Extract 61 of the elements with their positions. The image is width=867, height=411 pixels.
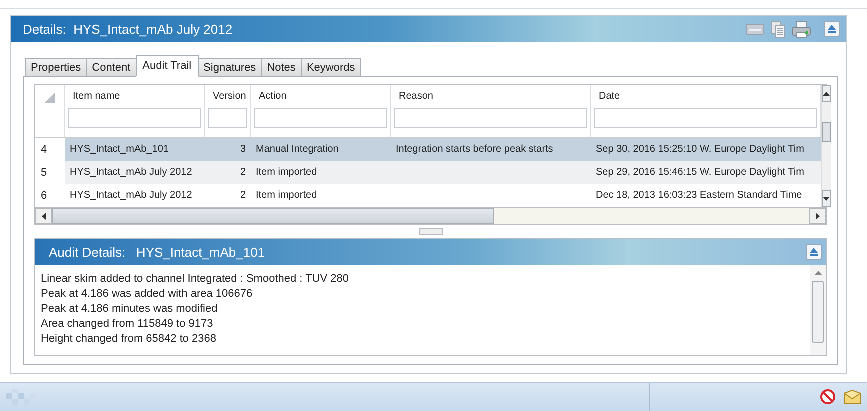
tab[interactable]: Properties (25, 58, 88, 77)
table-cell-text: Dec 18, 2013 16:03:23 Eastern Standard Time (595, 190, 804, 201)
filter-field[interactable] (68, 108, 201, 128)
eject-icon (809, 247, 819, 257)
envelope-icon[interactable] (844, 390, 861, 404)
printer-icon[interactable] (792, 20, 811, 38)
column-header[interactable]: Date (594, 91, 817, 102)
row-number: 4 (35, 138, 65, 161)
filter-field[interactable] (254, 108, 387, 128)
vertical-scrollbar[interactable] (821, 85, 831, 207)
eject-icon (827, 24, 837, 34)
table-cell-text: Manual Integration (255, 144, 340, 155)
table-cell-text: 2 (239, 167, 247, 178)
column-header[interactable]: Action (254, 91, 387, 102)
tab[interactable]: Signatures (198, 58, 262, 77)
tab[interactable]: Keywords (300, 58, 362, 77)
audit-detail-line: Height changed from 65842 to 2368 (41, 332, 218, 347)
scroll-thumb[interactable] (812, 281, 824, 343)
collapse-button[interactable] (806, 244, 822, 260)
splitter-handle[interactable] (418, 228, 442, 235)
tab[interactable]: Notes (261, 58, 302, 77)
tab[interactable]: Content (86, 58, 137, 77)
table-cell: Integration starts before peak starts (396, 144, 554, 155)
table-row[interactable]: 4 HYS_Intact_mAb_101 3 Manual Integration Integration starts before peak starts Sep 30, 2016 15:25:10 W. Europe Daylight Tim (35, 138, 821, 161)
tab[interactable]: Audit Trail (136, 55, 199, 77)
vertical-scrollbar[interactable] (810, 265, 826, 355)
up-arrow-icon (823, 92, 830, 96)
filter-field[interactable] (208, 108, 247, 128)
table-cell-text: Sep 30, 2016 15:25:10 W. Europe Daylight Tim (595, 144, 806, 155)
column-header[interactable]: Item name (68, 91, 201, 102)
details-title: Details: HYS_Intact_mAb July 2012 (23, 22, 233, 36)
prohibited-icon[interactable] (820, 389, 836, 405)
audit-detail-line: Area changed from 115849 to 9173 (41, 317, 214, 332)
table-cell-text: Item imported (255, 167, 318, 178)
column-header[interactable]: Version (208, 91, 247, 102)
table-cell-text: 3 (239, 144, 247, 155)
table-cell-text: Item imported (255, 190, 318, 201)
filter-field[interactable] (394, 108, 587, 128)
audit-detail-line: Peak at 4.186 minutes was modified (41, 302, 219, 317)
audit-detail-line: Peak at 4.186 was added with area 106676 (41, 287, 254, 302)
row-number: 5 (35, 161, 65, 184)
left-arrow-icon (42, 212, 46, 220)
copy-icon[interactable] (771, 20, 785, 38)
horizontal-scrollbar[interactable] (34, 207, 827, 225)
collapse-button[interactable] (824, 21, 840, 37)
table-cell-text: 2 (239, 190, 247, 201)
filter-field[interactable] (594, 108, 817, 128)
table-cell-text: Sep 29, 2016 15:46:15 W. Europe Daylight Tim (595, 167, 806, 178)
column-header[interactable]: Reason (394, 91, 587, 102)
scroll-thumb[interactable] (822, 122, 831, 142)
audit-details-title: Audit Details: HYS_Intact_mAb_101 (49, 244, 266, 260)
right-arrow-icon (816, 212, 820, 220)
table-row[interactable]: 5 HYS_Intact_mAb July 2012 2 Item imported Sep 29, 2016 15:46:15 W. Europe Daylight Tim (35, 161, 821, 184)
corner-triangle-icon (45, 93, 55, 103)
table-cell-text: HYS_Intact_mAb July 2012 (69, 167, 194, 178)
audit-detail-line: Linear skim added to channel Integrated : Smoothed : TUV 280 (41, 272, 350, 287)
up-arrow-icon (814, 271, 822, 275)
table-cell-text: HYS_Intact_mAb_101 (69, 144, 170, 155)
down-arrow-icon (823, 196, 830, 200)
scroll-thumb[interactable] (52, 208, 494, 224)
table-cell-text: HYS_Intact_mAb July 2012 (69, 190, 194, 201)
